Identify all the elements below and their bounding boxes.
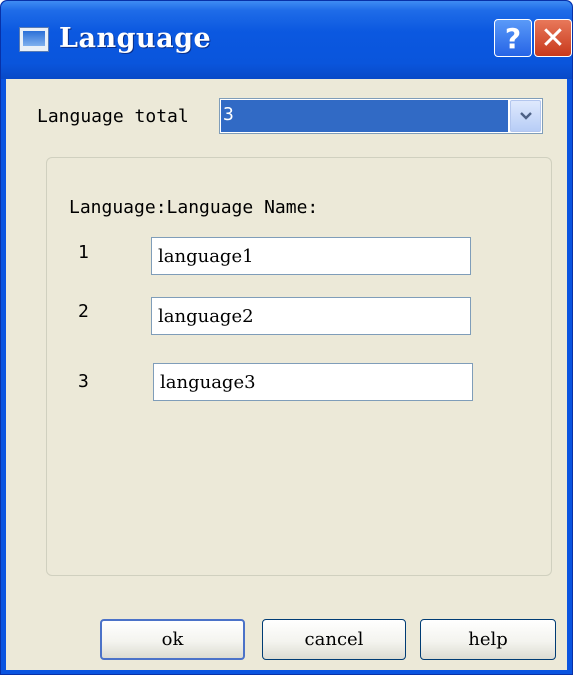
row-index-1: 1 — [78, 242, 89, 263]
title-bar[interactable]: Language ? ✕ — [1, 1, 572, 79]
language-name-field-1[interactable] — [151, 237, 471, 275]
cancel-button[interactable]: cancel — [262, 619, 406, 660]
language-total-label: Language total — [37, 106, 189, 127]
chevron-down-icon — [519, 112, 532, 120]
language-dialog: Language ? ✕ Language total 3 Language:L… — [0, 0, 573, 675]
language-total-select[interactable]: 3 — [219, 98, 543, 134]
language-total-value: 3 — [221, 100, 508, 132]
dialog-body: Language total 3 Language:Language Name:… — [6, 79, 567, 670]
help-button[interactable]: help — [420, 619, 556, 660]
group-header: Language:Language Name: — [69, 197, 319, 218]
window-title: Language — [59, 23, 212, 54]
language-name-field-3[interactable] — [153, 363, 473, 401]
row-index-2: 2 — [78, 301, 89, 322]
close-button[interactable]: ✕ — [534, 19, 572, 57]
row-index-3: 3 — [78, 371, 89, 392]
ok-button[interactable]: ok — [100, 619, 245, 660]
window-app-icon — [19, 27, 49, 52]
dropdown-button[interactable] — [510, 100, 541, 132]
language-name-field-2[interactable] — [151, 297, 471, 335]
title-help-button[interactable]: ? — [494, 19, 532, 57]
